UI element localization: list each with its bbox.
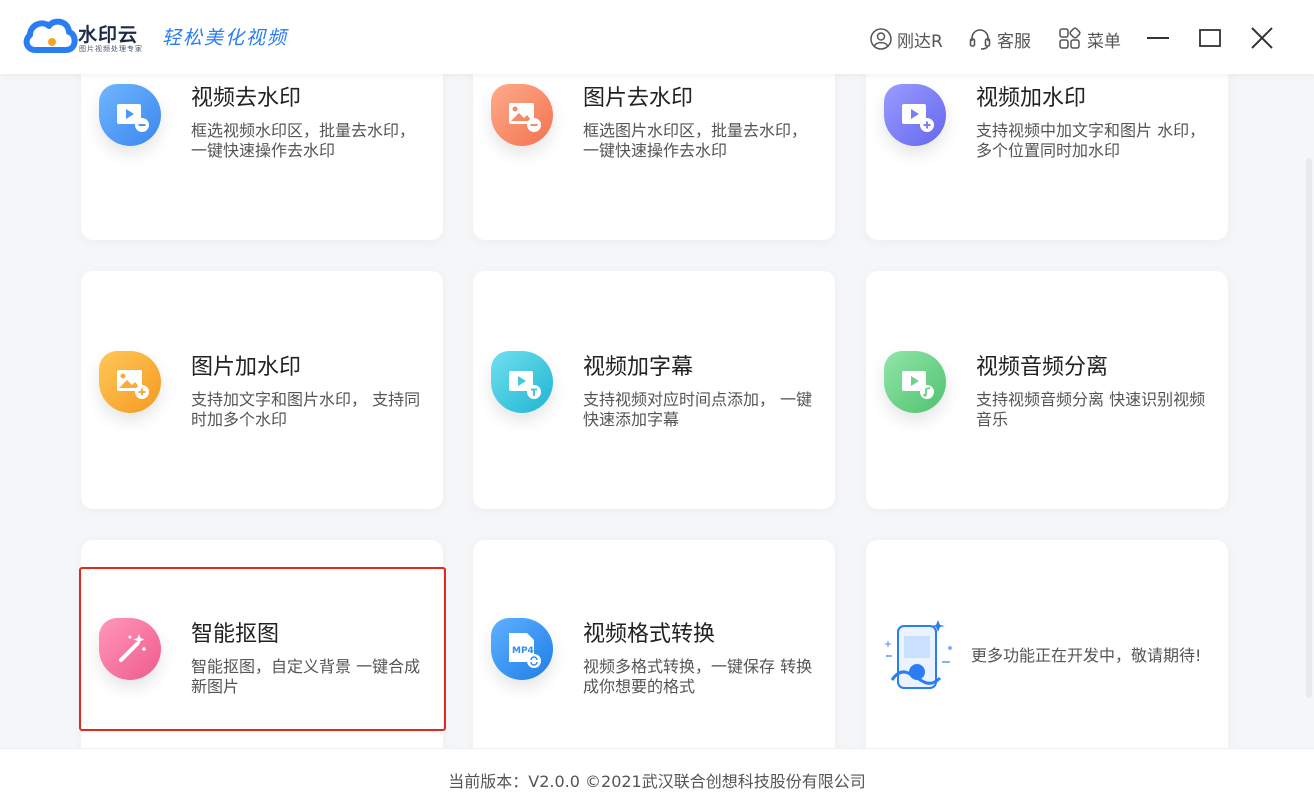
footer: 当前版本：V2.0.0 ©2021武汉联合创想科技股份有限公司 (0, 748, 1314, 811)
menu-label: 菜单 (1087, 31, 1121, 52)
brand-subtitle: 图片视频处理专家 (79, 45, 143, 53)
card-video-subtitle[interactable]: 视频加字幕 支持视频对应时间点添加， 一键快速添加字幕 (473, 271, 835, 509)
card-title: 视频格式转换 (583, 622, 716, 647)
card-description: 支持加文字和图片水印， 支持同时加多个水印 (191, 390, 421, 429)
minimize-button[interactable] (1142, 22, 1174, 54)
title-bar: 水印云 图片视频处理专家 轻松美化视频 刚达R 客服 菜单 (0, 0, 1314, 74)
developer-illustration-icon (884, 620, 952, 689)
menu-button[interactable]: 菜单 (1058, 24, 1121, 54)
vertical-scrollbar[interactable] (1306, 158, 1312, 698)
version-copyright: 当前版本：V2.0.0 ©2021武汉联合创想科技股份有限公司 (448, 772, 866, 791)
card-description: 支持视频中加文字和图片 水印，多个位置同时加水印 (976, 121, 1206, 160)
selection-highlight (79, 567, 446, 731)
card-description: 支持视频音频分离 快速识别视频音乐 (976, 390, 1206, 429)
card-title: 视频音频分离 (976, 355, 1109, 380)
mp4-badge: MP4 (512, 646, 534, 656)
card-title: 图片加水印 (191, 355, 302, 380)
user-account-button[interactable]: 刚达R (870, 24, 943, 54)
slogan: 轻松美化视频 (162, 27, 289, 49)
card-description: 视频多格式转换，一键保存 转换成你想要的格式 (583, 657, 813, 696)
card-image-add-watermark[interactable]: 图片加水印 支持加文字和图片水印， 支持同时加多个水印 (81, 271, 443, 509)
card-title: 图片去水印 (583, 86, 694, 111)
customer-service-button[interactable]: 客服 (968, 24, 1031, 54)
card-description: 框选视频水印区，批量去水印， 一键快速操作去水印 (191, 121, 416, 160)
video-subtitle-icon (491, 351, 553, 413)
app-logo: 水印云 图片视频处理专家 轻松美化视频 (22, 14, 312, 58)
brand-name: 水印云 (78, 24, 139, 46)
card-description: 框选图片水印区，批量去水印， 一键快速操作去水印 (583, 121, 808, 160)
mp4-convert-icon: MP4 (491, 618, 553, 680)
video-add-icon (884, 84, 946, 146)
maximize-icon (1199, 29, 1221, 47)
card-coming-soon: 更多功能正在开发中，敬请期待! (866, 540, 1228, 770)
cloud-logo-icon (23, 18, 78, 53)
card-title: 视频加字幕 (583, 355, 694, 380)
image-remove-icon (491, 84, 553, 146)
minimize-icon (1147, 37, 1169, 39)
headset-icon (969, 29, 991, 50)
card-title: 视频去水印 (191, 86, 302, 111)
card-video-format-convert[interactable]: MP4 视频格式转换 视频多格式转换，一键保存 转换成你想要的格式 (473, 540, 835, 770)
card-title: 视频加水印 (976, 86, 1087, 111)
service-label: 客服 (997, 31, 1031, 52)
coming-soon-text: 更多功能正在开发中，敬请期待! (971, 646, 1202, 665)
close-icon (1251, 27, 1273, 49)
card-video-audio-separation[interactable]: 视频音频分离 支持视频音频分离 快速识别视频音乐 (866, 271, 1228, 509)
close-button[interactable] (1246, 22, 1278, 54)
image-add-icon (99, 351, 161, 413)
video-audio-icon (884, 351, 946, 413)
card-image-remove-watermark[interactable]: 图片去水印 框选图片水印区，批量去水印， 一键快速操作去水印 (473, 56, 835, 240)
card-video-remove-watermark[interactable]: 视频去水印 框选视频水印区，批量去水印， 一键快速操作去水印 (81, 56, 443, 240)
grid-menu-icon (1059, 27, 1081, 49)
maximize-button[interactable] (1194, 22, 1226, 54)
card-description: 支持视频对应时间点添加， 一键快速添加字幕 (583, 390, 813, 429)
card-video-add-watermark[interactable]: 视频加水印 支持视频中加文字和图片 水印，多个位置同时加水印 (866, 56, 1228, 240)
user-name: 刚达R (897, 31, 943, 52)
video-remove-icon (99, 84, 161, 146)
user-icon (870, 28, 892, 50)
